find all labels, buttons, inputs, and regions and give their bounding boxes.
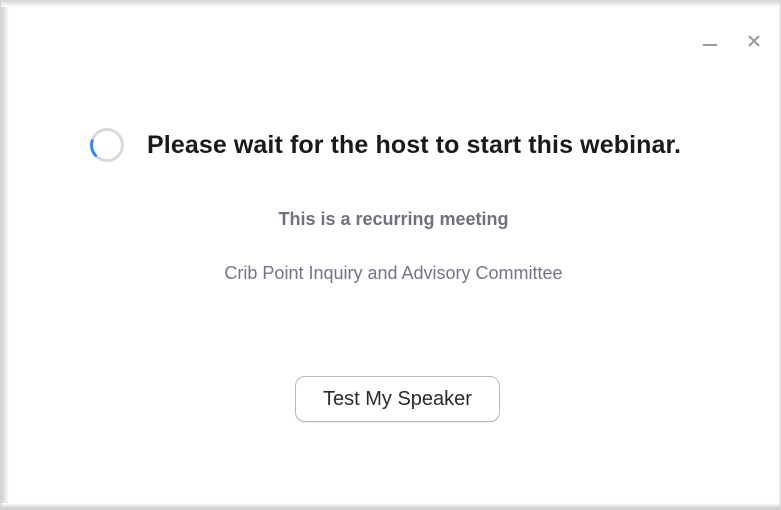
close-icon	[748, 35, 760, 47]
window-controls	[702, 33, 762, 49]
window-shadow-bottom	[1, 503, 780, 509]
close-button[interactable]	[746, 33, 762, 49]
test-speaker-button[interactable]: Test My Speaker	[295, 376, 500, 422]
window-shadow-left	[1, 1, 9, 509]
waiting-message: Please wait for the host to start this w…	[147, 130, 681, 159]
loading-spinner-icon	[90, 128, 124, 162]
meeting-topic: Crib Point Inquiry and Advisory Committe…	[224, 263, 563, 283]
window-shadow-top	[1, 1, 780, 7]
minimize-icon	[703, 44, 717, 46]
minimize-button[interactable]	[702, 33, 718, 49]
waiting-room-window: Please wait for the host to start this w…	[0, 0, 781, 510]
waiting-header: Please wait for the host to start this w…	[89, 127, 681, 163]
recurring-meeting-note: This is a recurring meeting	[278, 209, 509, 229]
